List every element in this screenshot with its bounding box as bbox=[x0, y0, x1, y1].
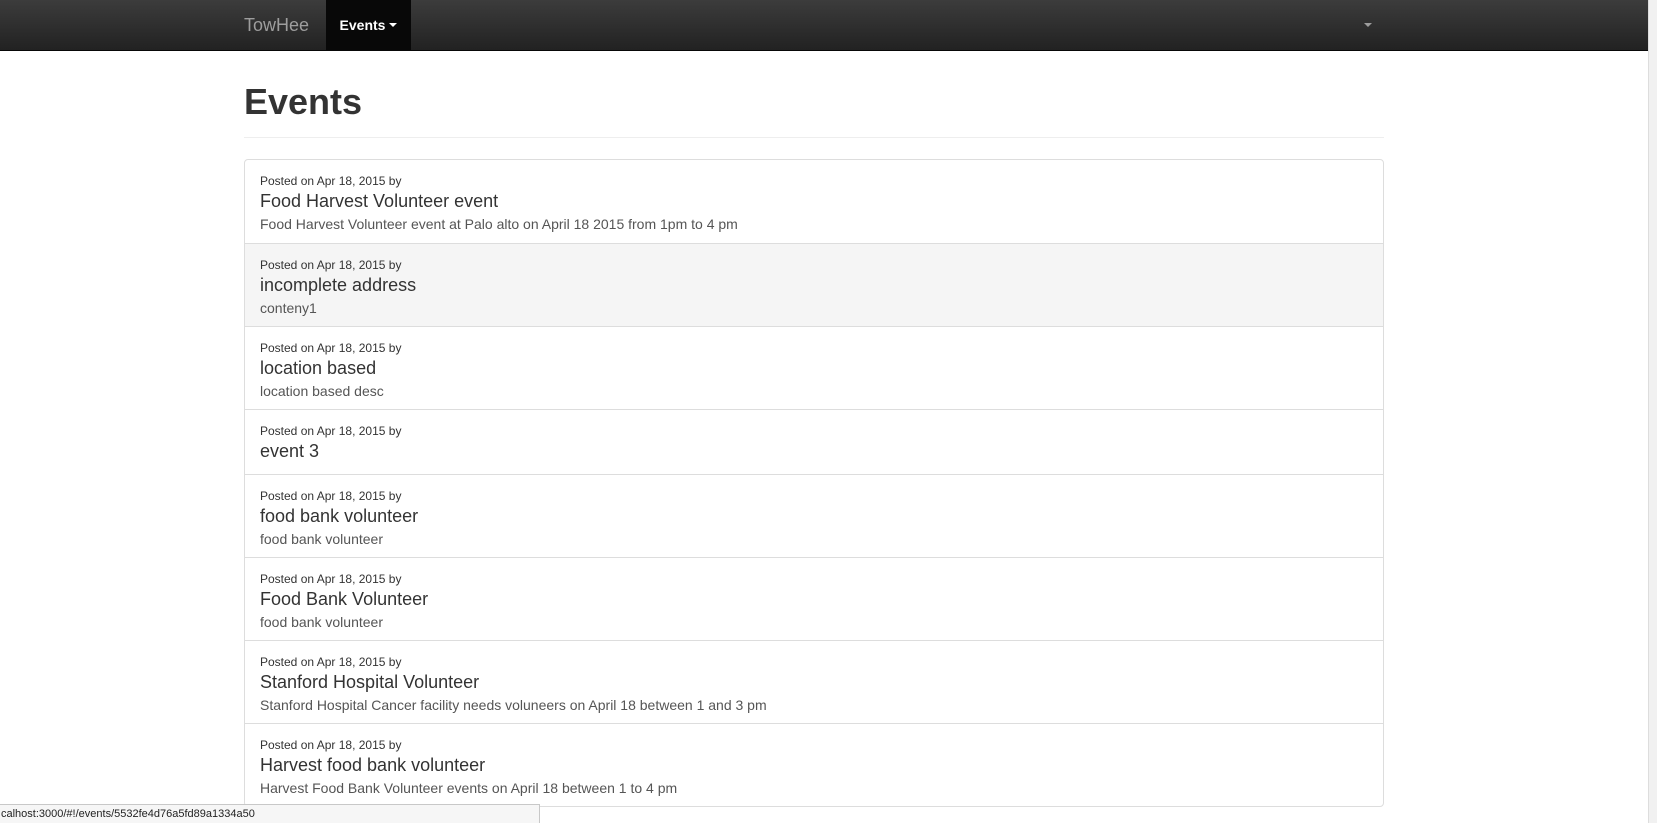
event-meta: Posted on Apr 18, 2015 by bbox=[260, 258, 402, 272]
event-list-item[interactable]: Posted on Apr 18, 2015 by incomplete add… bbox=[245, 243, 1383, 326]
event-list-item[interactable]: Posted on Apr 18, 2015 by Food Harvest V… bbox=[245, 160, 1383, 243]
event-title: event 3 bbox=[260, 441, 320, 461]
user-menu-toggle[interactable] bbox=[1356, 14, 1376, 36]
top-navbar: TowHee Events bbox=[0, 0, 1648, 51]
events-nav-label: Events bbox=[339, 17, 386, 33]
event-list-item[interactable]: Posted on Apr 18, 2015 by event 3 bbox=[245, 409, 1383, 474]
page-title: Events bbox=[244, 81, 363, 122]
event-meta: Posted on Apr 18, 2015 by bbox=[260, 489, 402, 503]
event-description: food bank volunteer bbox=[260, 531, 383, 547]
event-title: Harvest food bank volunteer bbox=[260, 755, 486, 775]
caret-down-icon bbox=[1364, 23, 1372, 27]
event-meta: Posted on Apr 18, 2015 by bbox=[260, 424, 402, 438]
event-meta: Posted on Apr 18, 2015 by bbox=[260, 738, 402, 752]
event-title: food bank volunteer bbox=[260, 506, 419, 526]
event-list-item[interactable]: Posted on Apr 18, 2015 by Stanford Hospi… bbox=[245, 640, 1383, 723]
event-meta: Posted on Apr 18, 2015 by bbox=[260, 174, 402, 188]
event-list-item[interactable]: Posted on Apr 18, 2015 by Harvest food b… bbox=[245, 723, 1383, 806]
event-title: incomplete address bbox=[260, 275, 417, 295]
event-list-item[interactable]: Posted on Apr 18, 2015 by food bank volu… bbox=[245, 474, 1383, 557]
vertical-scrollbar[interactable] bbox=[1648, 0, 1657, 823]
event-meta: Posted on Apr 18, 2015 by bbox=[260, 341, 402, 355]
event-title: Food Harvest Volunteer event bbox=[260, 191, 499, 211]
link-preview-statusbar: calhost:3000/#!/events/5532fe4d76a5fd89a… bbox=[0, 804, 540, 823]
event-list-item[interactable]: Posted on Apr 18, 2015 by location based… bbox=[245, 326, 1383, 409]
event-description: food bank volunteer bbox=[260, 614, 383, 630]
event-list-item[interactable]: Posted on Apr 18, 2015 by Food Bank Volu… bbox=[245, 557, 1383, 640]
event-description: Harvest Food Bank Volunteer events on Ap… bbox=[260, 780, 678, 796]
event-description: Food Harvest Volunteer event at Palo alt… bbox=[260, 216, 738, 232]
event-title: location based bbox=[260, 358, 377, 378]
caret-down-icon bbox=[389, 23, 398, 27]
event-title: Food Bank Volunteer bbox=[260, 589, 429, 609]
events-dropdown-toggle[interactable]: Events bbox=[326, 0, 411, 50]
events-list: Posted on Apr 18, 2015 by Food Harvest V… bbox=[244, 159, 1384, 807]
event-meta: Posted on Apr 18, 2015 by bbox=[260, 572, 402, 586]
brand-link[interactable]: TowHee bbox=[244, 14, 309, 36]
event-meta: Posted on Apr 18, 2015 by bbox=[260, 655, 402, 669]
event-description: conteny1 bbox=[260, 300, 317, 316]
event-description: location based desc bbox=[260, 383, 384, 399]
event-description: Stanford Hospital Cancer facility needs … bbox=[260, 697, 767, 713]
page-header: Events bbox=[244, 68, 1384, 138]
event-title: Stanford Hospital Volunteer bbox=[260, 672, 480, 692]
